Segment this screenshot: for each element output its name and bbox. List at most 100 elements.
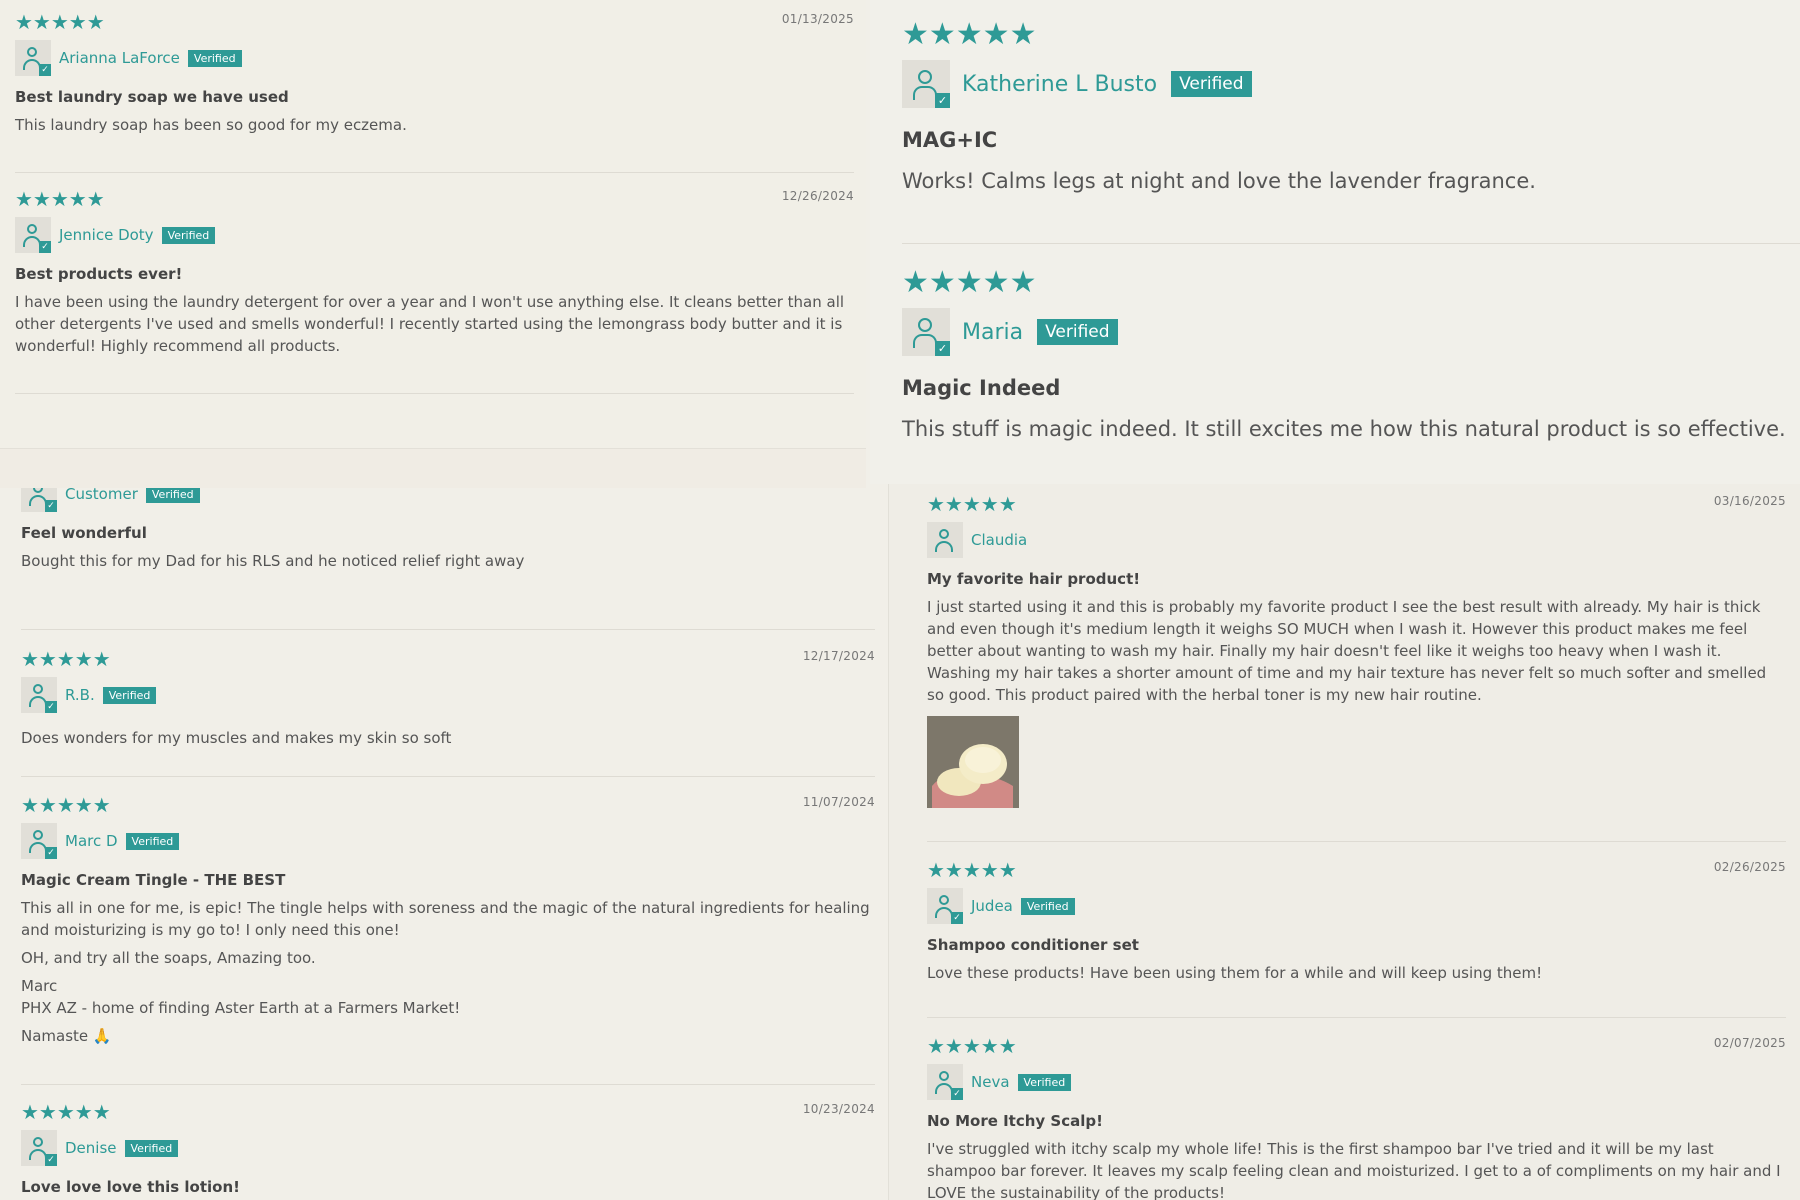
check-icon: ✓	[45, 701, 57, 713]
review-card: ★★★★★ 02/07/2025 ✓ Neva Verified No More…	[927, 1036, 1786, 1200]
star-rating: ★★★★★	[15, 10, 105, 34]
review-date: 02/26/2025	[1713, 860, 1786, 874]
verified-badge: Verified	[1020, 897, 1075, 915]
user-icon	[27, 224, 37, 234]
user-icon	[939, 529, 949, 539]
verified-badge: Verified	[145, 488, 200, 503]
review-title: Best laundry soap we have used	[15, 88, 289, 106]
reviewer-name[interactable]: Marc D	[65, 832, 118, 850]
review-body: This stuff is magic indeed. It still exc…	[902, 417, 1786, 441]
review-divider	[15, 172, 854, 173]
review-title: Best products ever!	[15, 265, 183, 283]
review-divider	[927, 841, 1786, 842]
review-body: This all in one for me, is epic! The tin…	[21, 899, 870, 1045]
user-icon	[918, 70, 932, 84]
review-divider	[902, 243, 1800, 244]
reviewer-name[interactable]: Customer	[65, 488, 138, 503]
star-rating: ★★★★★	[902, 17, 1037, 52]
review-body: I've struggled with itchy scalp my whole…	[927, 1140, 1781, 1200]
review-date: 01/13/2025	[781, 12, 854, 26]
review-author: Claudia	[927, 522, 1786, 558]
review-divider	[15, 393, 854, 394]
reviewer-name[interactable]: R.B.	[65, 686, 95, 704]
review-body: Works! Calms legs at night and love the …	[902, 169, 1536, 193]
review-author: ✓ Marc D Verified	[21, 823, 875, 859]
user-icon	[33, 1137, 43, 1147]
user-icon	[33, 830, 43, 840]
verified-badge: Verified	[1171, 71, 1252, 97]
reviewer-name[interactable]: Arianna LaForce	[59, 49, 180, 67]
check-icon: ✓	[951, 912, 963, 924]
review-title: Shampoo conditioner set	[927, 936, 1139, 954]
star-rating: ★★★★★	[927, 858, 1017, 882]
review-title: Magic Indeed	[902, 376, 1061, 400]
review-divider	[21, 1084, 875, 1085]
avatar: ✓	[21, 1130, 57, 1166]
avatar: ✓	[21, 677, 57, 713]
verified-badge: Verified	[102, 686, 157, 704]
avatar: ✓	[21, 488, 57, 512]
reviewer-name[interactable]: Maria	[962, 320, 1023, 345]
reviewer-name[interactable]: Denise	[65, 1139, 117, 1157]
review-date: 12/26/2024	[781, 189, 854, 203]
user-icon	[27, 47, 37, 57]
review-card: ★★★★★ 12/17/2024 ✓ R.B. Verified Does wo…	[21, 649, 875, 755]
review-body: Love these products! Have been using the…	[927, 964, 1543, 982]
avatar: ✓	[21, 823, 57, 859]
reviewer-name[interactable]: Katherine L Busto	[962, 72, 1157, 97]
user-icon	[939, 895, 949, 905]
review-body: This laundry soap has been so good for m…	[15, 116, 407, 134]
avatar: ✓	[902, 60, 950, 108]
review-title: Feel wonderful	[21, 524, 147, 542]
review-date: 12/17/2024	[802, 649, 875, 663]
check-icon: ✓	[45, 1154, 57, 1166]
review-divider	[21, 629, 875, 630]
user-icon	[33, 488, 43, 493]
review-author: ✓ Neva Verified	[927, 1064, 1786, 1100]
review-date: 03/16/2025	[1713, 494, 1786, 508]
review-body: Bought this for my Dad for his RLS and h…	[21, 552, 525, 570]
review-body: Does wonders for my muscles and makes my…	[21, 729, 452, 747]
check-icon: ✓	[951, 1088, 963, 1100]
review-card: ★★★★★ 12/26/2024 ✓ Jennice Doty Verified…	[15, 189, 854, 363]
review-title: MAG+IC	[902, 128, 998, 152]
review-title: Love love love this lotion!	[21, 1178, 241, 1196]
reviewer-name[interactable]: Neva	[971, 1073, 1010, 1091]
review-divider	[927, 1017, 1786, 1018]
reviewer-name[interactable]: Jennice Doty	[59, 226, 154, 244]
soap-photo-image	[927, 716, 1019, 808]
review-title: My favorite hair product!	[927, 570, 1141, 588]
verified-badge: Verified	[187, 49, 242, 67]
review-card: ★★★★★ 10/23/2024 ✓ Denise Verified Love …	[21, 1102, 875, 1196]
avatar: ✓	[927, 888, 963, 924]
review-date: 11/07/2024	[802, 795, 875, 809]
avatar: ✓	[902, 308, 950, 356]
review-panel-top-right: ★★★★★ ✓ Katherine L Busto Verified MAG+I…	[870, 0, 1800, 484]
check-icon: ✓	[45, 847, 57, 859]
review-author: ✓ Jennice Doty Verified	[15, 217, 854, 253]
star-rating: ★★★★★	[927, 492, 1017, 516]
avatar: ✓	[927, 1064, 963, 1100]
star-rating: ★★★★★	[21, 1100, 111, 1124]
review-panel-bottom-right: ★★★★★ 03/16/2025 Claudia My favorite hai…	[888, 484, 1800, 1200]
check-icon: ✓	[935, 93, 950, 108]
review-title: Magic Cream Tingle - THE BEST	[21, 871, 286, 889]
verified-badge: Verified	[161, 226, 216, 244]
review-card: ★★★★★ ✓ Katherine L Busto Verified MAG+I…	[902, 20, 1800, 202]
review-body: I have been using the laundry detergent …	[15, 293, 845, 355]
review-author: ✓ R.B. Verified	[21, 677, 875, 713]
star-rating: ★★★★★	[927, 1034, 1017, 1058]
verified-badge: Verified	[1037, 319, 1118, 345]
avatar: ✓	[15, 40, 51, 76]
verified-badge: Verified	[125, 832, 180, 850]
avatar: ✓	[15, 217, 51, 253]
check-icon: ✓	[45, 500, 57, 512]
review-photo[interactable]	[927, 716, 1019, 808]
review-date: 10/23/2024	[802, 1102, 875, 1116]
review-body: I just started using it and this is prob…	[927, 598, 1767, 704]
review-card: ★★★★★ 03/16/2025 Claudia My favorite hai…	[927, 494, 1786, 808]
reviewer-name[interactable]: Claudia	[971, 531, 1027, 549]
reviewer-name[interactable]: Judea	[971, 897, 1013, 915]
review-author: ✓ Maria Verified	[902, 308, 1800, 356]
review-author: ✓ Judea Verified	[927, 888, 1786, 924]
